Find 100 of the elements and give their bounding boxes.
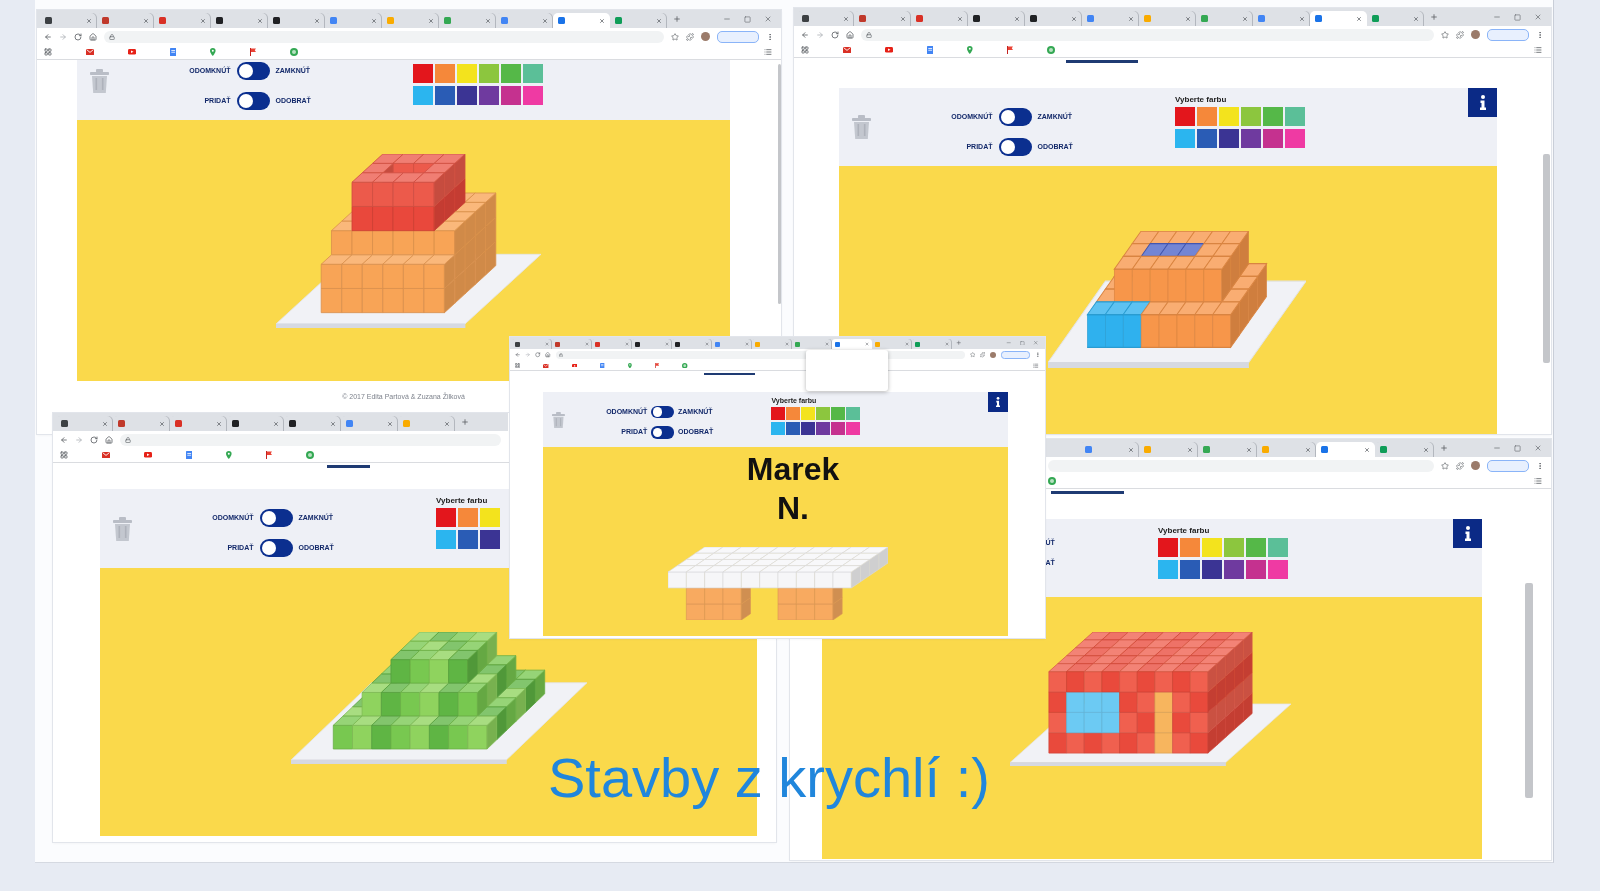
close-icon[interactable]: [428, 17, 434, 24]
close-icon[interactable]: [1128, 446, 1134, 453]
avatar-icon[interactable]: [990, 351, 997, 359]
color-swatch[interactable]: [1268, 538, 1288, 557]
flag-icon[interactable]: [654, 362, 660, 369]
color-swatch[interactable]: [1219, 107, 1239, 126]
toggle-switch[interactable]: [236, 62, 270, 80]
reading-list-icon[interactable]: [1033, 362, 1039, 369]
color-swatch[interactable]: [1197, 129, 1217, 148]
close-icon[interactable]: [330, 420, 336, 427]
close-icon[interactable]: [444, 420, 450, 427]
color-swatch[interactable]: [457, 64, 477, 83]
color-swatch[interactable]: [1285, 129, 1305, 148]
reload-icon[interactable]: [831, 30, 839, 39]
play-icon[interactable]: [144, 452, 152, 458]
color-swatch[interactable]: [1246, 560, 1266, 579]
minimize-icon[interactable]: [723, 15, 731, 23]
star-icon[interactable]: [1441, 30, 1449, 39]
color-swatch[interactable]: [1246, 538, 1266, 557]
toggle-switch[interactable]: [651, 426, 674, 439]
puzzle-icon[interactable]: [686, 32, 694, 41]
apps-grid-icon[interactable]: [801, 46, 809, 54]
plus-icon[interactable]: [1440, 444, 1448, 452]
map-pin-icon[interactable]: [226, 451, 232, 459]
color-swatch[interactable]: [479, 86, 499, 105]
apps-grid-icon[interactable]: [60, 451, 68, 459]
close-icon[interactable]: [784, 342, 789, 347]
close-icon[interactable]: [656, 17, 662, 24]
close-icon[interactable]: [314, 17, 320, 24]
color-swatch[interactable]: [771, 421, 786, 435]
scrollbar-thumb[interactable]: [1525, 583, 1533, 798]
scrollbar-thumb[interactable]: [1543, 154, 1550, 363]
back-icon[interactable]: [514, 352, 521, 358]
address-field[interactable]: [120, 433, 501, 446]
info-button[interactable]: [988, 392, 1008, 412]
play-icon[interactable]: [128, 49, 136, 55]
close-icon[interactable]: [1356, 15, 1362, 22]
map-pin-icon[interactable]: [627, 362, 632, 369]
browser-tab[interactable]: [672, 339, 712, 350]
info-button[interactable]: [1468, 88, 1497, 117]
menu-icon[interactable]: [1034, 352, 1041, 358]
color-swatch[interactable]: [413, 64, 433, 83]
maximize-icon[interactable]: [744, 15, 751, 23]
toggle-switch[interactable]: [651, 405, 674, 419]
color-swatch[interactable]: [435, 86, 455, 105]
plus-icon[interactable]: [461, 418, 469, 426]
globe-icon[interactable]: [1047, 46, 1056, 54]
trash-icon[interactable]: [113, 516, 132, 541]
color-swatch[interactable]: [1158, 538, 1178, 557]
color-swatch[interactable]: [816, 406, 830, 420]
color-swatch[interactable]: [1202, 538, 1222, 557]
close-icon[interactable]: [542, 17, 548, 24]
close-icon[interactable]: [1534, 13, 1542, 21]
close-icon[interactable]: [599, 17, 605, 24]
maximize-icon[interactable]: [1514, 13, 1521, 21]
close-icon[interactable]: [1033, 340, 1039, 346]
close-icon[interactable]: [102, 420, 108, 427]
minimize-icon[interactable]: [1493, 444, 1501, 452]
close-icon[interactable]: [957, 15, 963, 22]
close-icon[interactable]: [1423, 446, 1429, 453]
info-button[interactable]: [1453, 519, 1482, 548]
play-icon[interactable]: [571, 363, 578, 368]
document-icon[interactable]: [927, 46, 934, 54]
color-swatch[interactable]: [458, 530, 478, 549]
close-icon[interactable]: [944, 342, 949, 347]
envelope-icon[interactable]: [543, 363, 549, 368]
color-swatch[interactable]: [831, 421, 845, 435]
color-swatch[interactable]: [771, 406, 786, 420]
close-icon[interactable]: [864, 342, 869, 347]
apps-grid-icon[interactable]: [514, 362, 521, 369]
close-icon[interactable]: [744, 342, 749, 347]
envelope-icon[interactable]: [843, 47, 851, 53]
close-icon[interactable]: [624, 342, 629, 347]
color-swatch[interactable]: [480, 508, 500, 527]
color-swatch[interactable]: [457, 86, 477, 105]
back-icon[interactable]: [801, 30, 809, 39]
color-swatch[interactable]: [786, 406, 800, 420]
globe-icon[interactable]: [1048, 477, 1056, 485]
reading-list-icon[interactable]: [1534, 46, 1542, 54]
close-icon[interactable]: [824, 342, 829, 347]
close-icon[interactable]: [143, 17, 149, 24]
close-icon[interactable]: [764, 15, 772, 23]
play-icon[interactable]: [885, 47, 893, 53]
close-icon[interactable]: [1534, 444, 1542, 452]
close-icon[interactable]: [904, 342, 909, 347]
menu-icon[interactable]: [1536, 461, 1544, 470]
toggle-switch[interactable]: [998, 108, 1032, 126]
color-swatch[interactable]: [413, 86, 433, 105]
trash-icon[interactable]: [90, 69, 109, 93]
toggle-switch[interactable]: [998, 138, 1032, 156]
color-swatch[interactable]: [1202, 560, 1222, 579]
close-icon[interactable]: [1071, 15, 1077, 22]
globe-icon[interactable]: [682, 362, 688, 369]
avatar-icon[interactable]: [701, 32, 710, 41]
close-icon[interactable]: [200, 17, 206, 24]
close-icon[interactable]: [1185, 15, 1191, 22]
star-icon[interactable]: [969, 352, 976, 358]
profile-pill[interactable]: [1487, 28, 1529, 41]
color-swatch[interactable]: [501, 86, 521, 105]
home-icon[interactable]: [545, 352, 551, 358]
